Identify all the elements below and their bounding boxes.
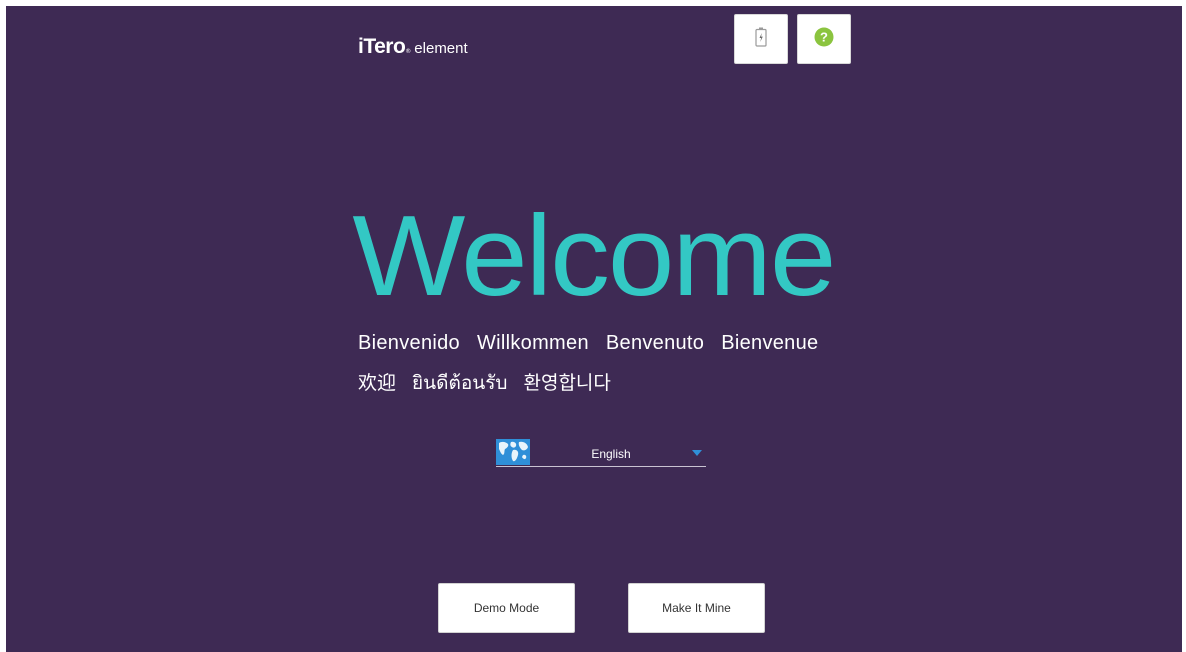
logo-registered-mark: ® (405, 48, 412, 55)
greetings-row-asian: 欢迎 ยินดีต้อนรับ 환영합니다 (358, 368, 611, 398)
globe-icon (496, 439, 530, 465)
battery-icon (755, 27, 767, 51)
language-select-value: English (591, 447, 631, 461)
greeting-german: Willkommen (476, 332, 589, 354)
make-it-mine-button[interactable]: Make It Mine (628, 583, 765, 633)
greetings-row-european: Bienvenido Willkommen Benvenuto Bienvenu… (358, 332, 818, 355)
greeting-spanish: Bienvenido (358, 332, 460, 354)
greeting-korean: 환영합니다 (523, 372, 611, 394)
svg-text:?: ? (820, 30, 828, 45)
greeting-chinese: 欢迎 (358, 372, 397, 394)
chevron-down-icon (692, 450, 702, 456)
logo-subtitle-text: element (414, 40, 468, 57)
greeting-italian: Benvenuto (605, 332, 705, 354)
help-button[interactable]: ? (797, 14, 851, 64)
itero-element-logo: iTero ® element (358, 35, 468, 59)
welcome-screen: iTero ® element ? Welcome Bienvenido Wil… (6, 6, 1182, 652)
battery-button[interactable] (734, 14, 788, 64)
help-icon: ? (814, 27, 834, 51)
logo-brand-text: iTero (358, 35, 406, 58)
greeting-thai: ยินดีต้อนรับ (412, 372, 508, 394)
greeting-french: Bienvenue (721, 332, 819, 354)
language-dropdown[interactable]: English (496, 438, 706, 467)
demo-mode-button[interactable]: Demo Mode (438, 583, 575, 633)
welcome-title: Welcome (352, 193, 836, 320)
